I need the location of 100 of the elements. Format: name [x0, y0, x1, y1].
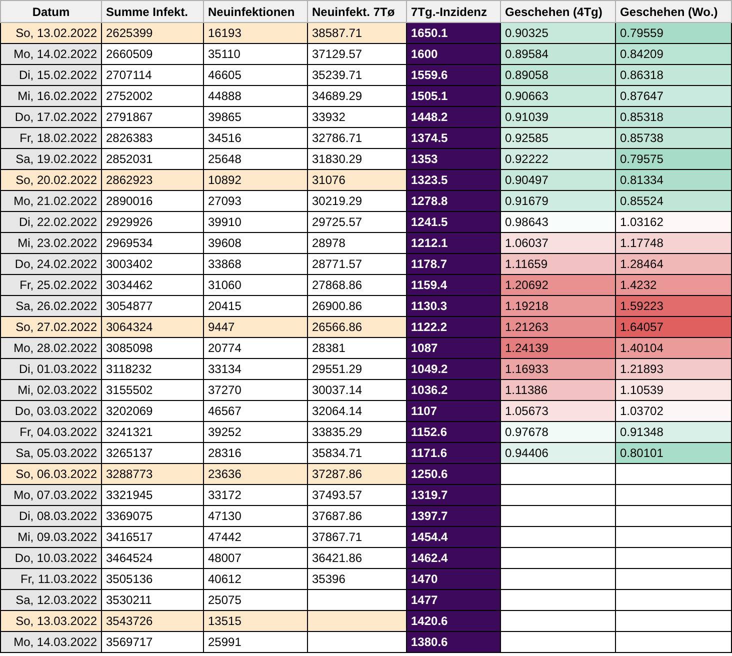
table-cell: 33932 [308, 106, 406, 128]
date-cell: So, 20.02.2022 [0, 170, 102, 190]
table-cell: 47130 [204, 506, 308, 526]
trend-cell: 1.11386 [500, 380, 616, 400]
date-cell: Mo, 21.02.2022 [0, 190, 102, 212]
table-cell: 34516 [204, 128, 308, 148]
incidence-cell: 1448.2 [406, 106, 500, 128]
incidence-cell: 1171.6 [406, 442, 500, 464]
table-cell: 29551.29 [308, 358, 406, 380]
table-cell: 39865 [204, 106, 308, 128]
table-cell: 37270 [204, 380, 308, 400]
table-cell: 3464524 [102, 548, 204, 568]
table-cell: 27093 [204, 190, 308, 212]
table-cell: 47442 [204, 526, 308, 548]
trend-cell: 1.24139 [500, 338, 616, 358]
trend-cell: 0.85524 [616, 190, 732, 212]
incidence-cell: 1374.5 [406, 128, 500, 148]
table-cell: 46605 [204, 64, 308, 86]
table-cell: 23636 [204, 464, 308, 484]
incidence-cell: 1477 [406, 590, 500, 610]
table-cell: 3118232 [102, 358, 204, 380]
table-cell: 2752002 [102, 86, 204, 106]
trend-cell: 0.85738 [616, 128, 732, 148]
trend-cell: 0.92222 [500, 148, 616, 170]
table-cell: 3543726 [102, 610, 204, 632]
table-cell: 35239.71 [308, 64, 406, 86]
incidence-cell: 1323.5 [406, 170, 500, 190]
table-cell: 3288773 [102, 464, 204, 484]
table-cell: 2826383 [102, 128, 204, 148]
table-cell: 30037.14 [308, 380, 406, 400]
incidence-cell: 1462.4 [406, 548, 500, 568]
table-cell: 28381 [308, 338, 406, 358]
table-cell: 38587.71 [308, 22, 406, 44]
incidence-cell: 1159.4 [406, 274, 500, 296]
date-cell: So, 27.02.2022 [0, 316, 102, 338]
table-cell: 16193 [204, 22, 308, 44]
table-cell: 13515 [204, 610, 308, 632]
table-cell: 2660509 [102, 44, 204, 64]
trend-cell: 1.11659 [500, 254, 616, 274]
table-cell: 35396 [308, 568, 406, 590]
trend-cell: 0.98643 [500, 212, 616, 232]
date-cell: Mo, 14.02.2022 [0, 44, 102, 64]
table-cell: 3369075 [102, 506, 204, 526]
table-cell: 20774 [204, 338, 308, 358]
table-cell: 39608 [204, 232, 308, 254]
trend-cell: 1.59223 [616, 296, 732, 316]
column-header: Neuinfekt. 7Tø [308, 0, 406, 22]
date-cell: Sa, 12.03.2022 [0, 590, 102, 610]
column-header: Neuinfektionen [204, 0, 308, 22]
table-cell: 2707114 [102, 64, 204, 86]
table-cell: 36421.86 [308, 548, 406, 568]
date-cell: Fr, 25.02.2022 [0, 274, 102, 296]
column-header: Geschehen (4Tg) [500, 0, 616, 22]
table-cell: 3003402 [102, 254, 204, 274]
incidence-cell: 1454.4 [406, 526, 500, 548]
table-cell: 3321945 [102, 484, 204, 506]
table-cell: 25991 [204, 632, 308, 652]
column-header: Summe Infekt. [102, 0, 204, 22]
trend-cell: 0.84209 [616, 44, 732, 64]
incidence-cell: 1353 [406, 148, 500, 170]
table-cell: 34689.29 [308, 86, 406, 106]
date-cell: Mo, 14.03.2022 [0, 632, 102, 652]
table-cell: 28771.57 [308, 254, 406, 274]
table-cell: 2625399 [102, 22, 204, 44]
trend-cell: 0.97678 [500, 422, 616, 442]
incidence-cell: 1122.2 [406, 316, 500, 338]
date-cell: So, 13.03.2022 [0, 610, 102, 632]
table-cell: 30219.29 [308, 190, 406, 212]
table-cell: 2929926 [102, 212, 204, 232]
date-cell: Mo, 07.03.2022 [0, 484, 102, 506]
table-cell: 37287.86 [308, 464, 406, 484]
table-cell: 2862923 [102, 170, 204, 190]
date-cell: Di, 22.02.2022 [0, 212, 102, 232]
table-cell: 31060 [204, 274, 308, 296]
trend-cell: 1.05673 [500, 400, 616, 422]
table-cell: 37493.57 [308, 484, 406, 506]
trend-cell: 1.19218 [500, 296, 616, 316]
table-cell: 3569717 [102, 632, 204, 652]
incidence-cell: 1397.7 [406, 506, 500, 526]
trend-cell: 0.81334 [616, 170, 732, 190]
date-cell: Mi, 02.03.2022 [0, 380, 102, 400]
table-cell: 2791867 [102, 106, 204, 128]
incidence-cell: 1319.7 [406, 484, 500, 506]
trend-cell: 0.90325 [500, 22, 616, 44]
incidence-cell: 1241.5 [406, 212, 500, 232]
incidence-cell: 1470 [406, 568, 500, 590]
column-header: Datum [0, 0, 102, 22]
date-cell: Di, 01.03.2022 [0, 358, 102, 380]
date-cell: Sa, 19.02.2022 [0, 148, 102, 170]
trend-cell: 1.28464 [616, 254, 732, 274]
trend-cell: 0.91679 [500, 190, 616, 212]
trend-cell: 1.06037 [500, 232, 616, 254]
date-cell: Sa, 26.02.2022 [0, 296, 102, 316]
trend-cell: 1.21893 [616, 358, 732, 380]
table-cell: 37687.86 [308, 506, 406, 526]
incidence-cell: 1036.2 [406, 380, 500, 400]
date-cell: Do, 17.02.2022 [0, 106, 102, 128]
incidence-cell: 1420.6 [406, 610, 500, 632]
date-cell: Fr, 11.03.2022 [0, 568, 102, 590]
trend-cell: 0.85318 [616, 106, 732, 128]
